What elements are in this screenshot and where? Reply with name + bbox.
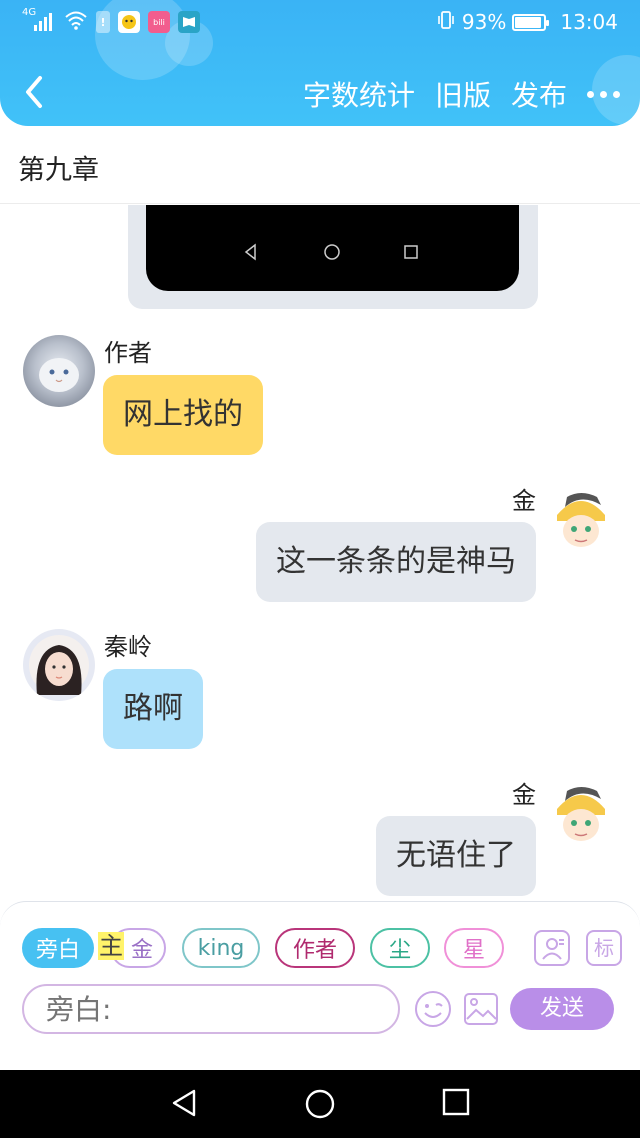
- send-button[interactable]: 发送: [510, 988, 614, 1030]
- recents-square-icon[interactable]: [442, 1088, 470, 1116]
- chevron-left-icon[interactable]: [18, 72, 52, 112]
- person-card-icon[interactable]: [534, 930, 570, 966]
- more-dots-icon[interactable]: [587, 78, 620, 110]
- home-circle-icon: [324, 244, 340, 260]
- avatar-anime-boy[interactable]: [545, 779, 617, 851]
- message-input[interactable]: [22, 984, 400, 1034]
- message-bubble[interactable]: 网上找的: [103, 375, 263, 455]
- sender-name: 秦岭: [104, 633, 152, 661]
- input-panel: 旁白 金 主 king 作者 尘 星 标 发送: [0, 901, 640, 1036]
- role-chip-king[interactable]: king: [182, 928, 260, 968]
- back-triangle-icon[interactable]: [170, 1088, 198, 1118]
- publish-button[interactable]: 发布: [511, 74, 567, 114]
- word-count-button[interactable]: 字数统计: [303, 74, 415, 114]
- app-header: 4G ! bili 93% 13:04 字数统计 旧版 发布: [0, 0, 640, 126]
- back-triangle-icon: [244, 243, 256, 261]
- battery-icon: [512, 13, 550, 31]
- message-bubble[interactable]: 无语住了: [376, 816, 536, 896]
- sender-name: 金: [512, 781, 536, 809]
- phone-screen: [146, 205, 519, 291]
- network-type-label: 4G: [22, 7, 37, 18]
- role-chip-chen[interactable]: 尘: [370, 928, 430, 968]
- system-nav-bar: [0, 1070, 640, 1138]
- message-bubble[interactable]: 路啊: [103, 669, 203, 749]
- clock: 13:04: [560, 10, 618, 34]
- avatar-anime-boy[interactable]: [545, 485, 617, 557]
- reader-app-icon: [178, 11, 200, 33]
- chat-area[interactable]: 作者 网上找的 金 这一条条的是神马 秦岭 路啊 金 无语住了: [0, 205, 640, 901]
- sender-name: 作者: [104, 339, 152, 367]
- bilibili-app-icon: bili: [148, 11, 170, 33]
- vibrate-icon: [436, 10, 456, 35]
- image-icon[interactable]: [462, 990, 500, 1028]
- wifi-icon: [64, 10, 88, 35]
- role-chip-narrator[interactable]: 旁白: [22, 928, 94, 968]
- emoji-icon[interactable]: [414, 990, 452, 1028]
- chapter-header: 第九章: [0, 128, 640, 204]
- signal-icon: 4G: [22, 7, 56, 33]
- role-chip-author[interactable]: 作者: [275, 928, 355, 968]
- old-version-button[interactable]: 旧版: [435, 74, 491, 114]
- battery-fill: [515, 16, 542, 28]
- highlighted-character: 主: [98, 932, 124, 960]
- sender-name: 金: [512, 487, 536, 515]
- role-chip-xing[interactable]: 星: [444, 928, 504, 968]
- shared-screenshot-image[interactable]: [128, 205, 538, 309]
- app-icon: [118, 11, 140, 33]
- message-bubble[interactable]: 这一条条的是神马: [256, 522, 536, 602]
- chapter-title[interactable]: 第九章: [18, 148, 99, 187]
- status-bar: 4G ! bili 93% 13:04: [0, 7, 640, 38]
- avatar-girl[interactable]: [23, 629, 95, 701]
- home-circle-icon[interactable]: [304, 1088, 336, 1120]
- recents-square-icon: [404, 245, 418, 259]
- nav-bar: 字数统计 旧版 发布: [0, 60, 640, 126]
- tag-icon[interactable]: 标: [586, 930, 622, 966]
- role-chip-label: 金: [130, 938, 153, 963]
- alert-icon: !: [96, 11, 110, 33]
- avatar-cat[interactable]: [23, 335, 95, 407]
- battery-percent: 93%: [461, 10, 507, 34]
